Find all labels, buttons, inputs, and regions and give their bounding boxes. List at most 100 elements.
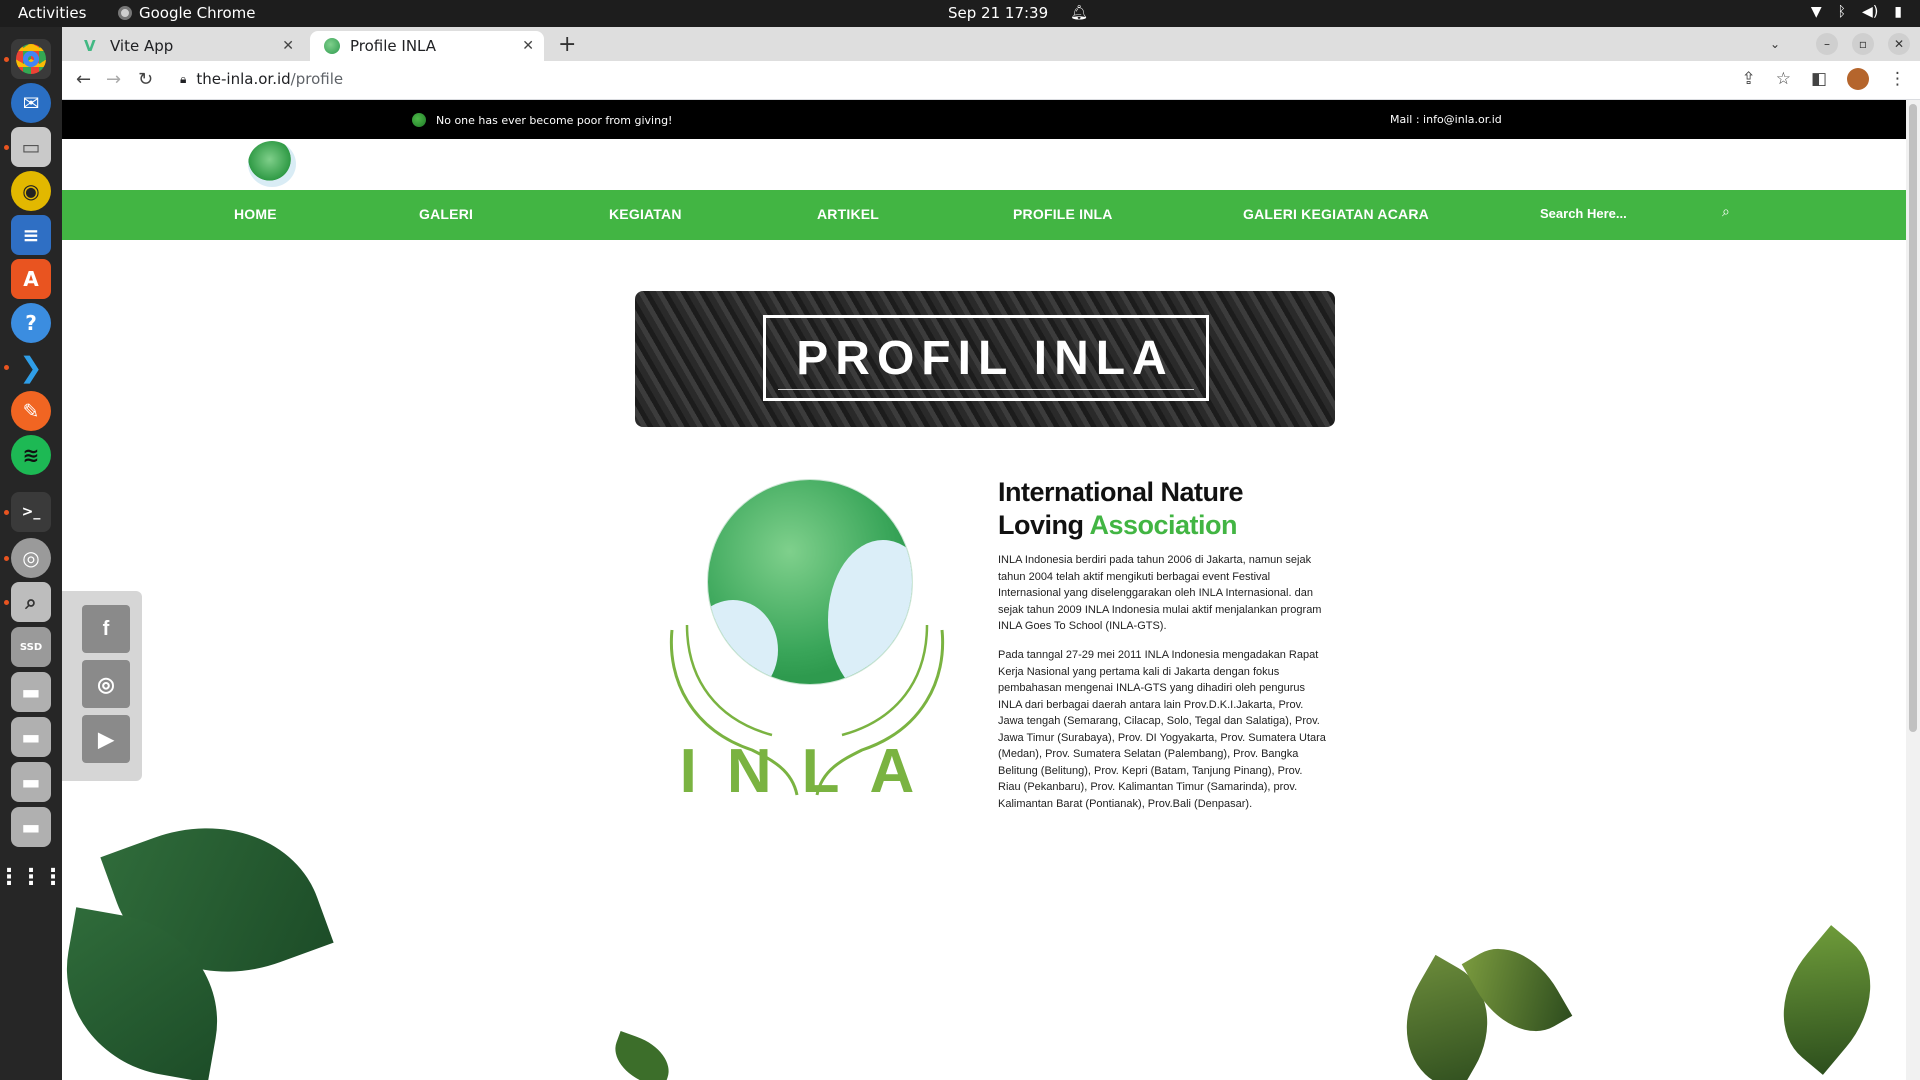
maximize-button[interactable]: ▫ <box>1852 33 1874 55</box>
toolbar-actions: ⇪ ☆ ◧ ⋮ <box>1741 68 1906 90</box>
facebook-button[interactable]: f <box>82 605 130 653</box>
vscode-icon[interactable]: ❯ <box>11 347 51 387</box>
nav-artikel[interactable]: ARTIKEL <box>817 206 879 222</box>
tab-search-icon[interactable]: ⌄ <box>1764 33 1786 55</box>
nav-kegiatan[interactable]: KEGIATAN <box>609 206 682 222</box>
disk-icon[interactable]: ◎ <box>11 538 51 578</box>
drive-icon[interactable]: ▬ <box>11 762 51 802</box>
url-path: /profile <box>290 70 344 88</box>
files-icon[interactable]: ▭ <box>11 127 51 167</box>
running-indicator <box>4 510 9 515</box>
inla-favicon-icon <box>324 38 340 54</box>
clock-text: Sep 21 17:39 <box>948 4 1049 22</box>
page-banner: PROFIL INLA <box>635 291 1335 427</box>
page-viewport: No one has ever become poor from giving!… <box>62 100 1920 1080</box>
help-icon[interactable]: ? <box>11 303 51 343</box>
drive-icon[interactable]: ▬ <box>11 807 51 847</box>
screenshot-icon[interactable]: ⌕ <box>11 582 51 622</box>
profile-avatar[interactable] <box>1847 68 1869 90</box>
search-icon[interactable]: ⌕ <box>1722 204 1730 220</box>
search-input[interactable]: Search Here... <box>1540 206 1627 221</box>
terminal-icon[interactable]: >_ <box>11 492 51 532</box>
new-tab-button[interactable]: + <box>558 32 576 57</box>
spotify-icon[interactable]: ≋ <box>11 435 51 475</box>
logo-wordmark: INLA <box>679 737 945 806</box>
lock-icon: 🔒︎ <box>180 71 187 86</box>
url-host: the-inla.or.id <box>196 70 291 88</box>
running-indicator <box>4 365 9 370</box>
ssd-icon[interactable]: SSD <box>11 627 51 667</box>
tab-vite-app[interactable]: V Vite App ✕ <box>70 31 304 61</box>
clock[interactable]: Sep 21 17:39 🔔︎ <box>948 4 1088 22</box>
bookmark-star-icon[interactable]: ☆ <box>1776 69 1791 89</box>
chrome-dock-icon[interactable] <box>11 39 51 79</box>
heading-line-1: International Nature <box>998 477 1244 507</box>
tagline-text: No one has ever become poor from giving! <box>436 113 673 127</box>
nav-galeri-kegiatan-acara[interactable]: GALERI KEGIATAN ACARA <box>1243 206 1429 222</box>
site-logo[interactable] <box>248 141 296 187</box>
running-indicator <box>4 556 9 561</box>
banner-title: PROFIL INLA <box>796 332 1174 385</box>
address-bar[interactable]: 🔒︎ the-inla.or.id/profile <box>180 70 343 88</box>
postman-icon[interactable]: ✎ <box>11 391 51 431</box>
plant-decoration <box>1753 925 1901 1075</box>
tab-profile-inla[interactable]: Profile INLA ✕ <box>310 31 544 61</box>
browser-toolbar: ← → ↻ 🔒︎ the-inla.or.id/profile ⇪ ☆ ◧ ⋮ <box>62 61 1920 100</box>
vite-favicon-icon: V <box>84 37 96 55</box>
instagram-button[interactable]: ◎ <box>82 660 130 708</box>
thunderbird-icon[interactable]: ✉ <box>11 83 51 123</box>
youtube-button[interactable]: ▶ <box>82 715 130 763</box>
writer-icon[interactable]: ≡ <box>11 215 51 255</box>
close-window-button[interactable]: ✕ <box>1888 33 1910 55</box>
about-paragraph: Pada tanngal 27-29 mei 2011 INLA Indones… <box>998 649 1326 810</box>
chrome-icon <box>118 6 132 20</box>
globe-icon <box>412 113 426 127</box>
about-paragraph: INLA Indonesia berdiri pada tahun 2006 d… <box>998 554 1322 632</box>
heading-line-2b: Association <box>1089 510 1238 540</box>
page-scrollbar[interactable] <box>1906 100 1920 1080</box>
app-grid-icon[interactable]: ⋮⋮⋮ <box>0 857 64 897</box>
back-icon[interactable]: ← <box>76 69 91 90</box>
app-menu[interactable]: Google Chrome <box>118 4 256 22</box>
system-top-bar: Activities Google Chrome Sep 21 17:39 🔔︎… <box>0 0 1920 27</box>
site-top-strip: No one has ever become poor from giving!… <box>62 100 1906 139</box>
minimize-button[interactable]: – <box>1816 33 1838 55</box>
rhythmbox-icon[interactable]: ◉ <box>11 171 51 211</box>
side-panel-icon[interactable]: ◧ <box>1811 69 1827 89</box>
bluetooth-icon: ᛒ <box>1837 4 1847 20</box>
reload-icon[interactable]: ↻ <box>138 69 153 90</box>
tagline: No one has ever become poor from giving! <box>412 113 672 127</box>
app-center-icon[interactable]: A <box>11 259 51 299</box>
tab-title: Profile INLA <box>350 37 437 55</box>
facebook-icon: f <box>102 617 110 640</box>
nav-galeri[interactable]: GALERI <box>419 206 473 222</box>
notification-bell-icon: 🔔︎ <box>1070 5 1088 21</box>
tab-strip: V Vite App ✕ Profile INLA ✕ + ⌄ – ▫ ✕ <box>62 27 1920 61</box>
youtube-icon: ▶ <box>98 728 114 751</box>
running-indicator <box>4 600 9 605</box>
nav-home[interactable]: HOME <box>234 206 277 222</box>
window-controls: ⌄ – ▫ ✕ <box>1764 33 1910 55</box>
tab-title: Vite App <box>110 37 174 55</box>
drive-icon[interactable]: ▬ <box>11 672 51 712</box>
close-tab-icon[interactable]: ✕ <box>522 38 534 54</box>
site-header <box>62 139 1906 190</box>
drive-icon[interactable]: ▬ <box>11 717 51 757</box>
system-tray[interactable]: ▼ ᛒ ◀︎) ▮ <box>1811 4 1902 20</box>
social-share-panel: f ◎ ▶ <box>62 591 142 781</box>
share-icon[interactable]: ⇪ <box>1741 69 1755 89</box>
nav-profile-inla[interactable]: PROFILE INLA <box>1013 206 1113 222</box>
activities-button[interactable]: Activities <box>18 4 86 22</box>
menu-kebab-icon[interactable]: ⋮ <box>1889 69 1906 89</box>
battery-icon: ▮ <box>1894 4 1902 20</box>
dock: ✉ ▭ ◉ ≡ A ? ❯ ✎ ≋ >_ ◎ ⌕ SSD ▬ ▬ ▬ ▬ ⋮⋮⋮ <box>0 27 64 1080</box>
plant-decoration <box>606 1030 678 1080</box>
main-navigation: HOME GALERI KEGIATAN ARTIKEL PROFILE INL… <box>62 190 1906 240</box>
scrollbar-thumb[interactable] <box>1909 104 1917 732</box>
forward-icon[interactable]: → <box>106 69 121 90</box>
contact-mail[interactable]: Mail : info@inla.or.id <box>1390 113 1502 126</box>
running-indicator <box>4 57 9 62</box>
volume-icon: ◀︎) <box>1862 4 1879 20</box>
close-tab-icon[interactable]: ✕ <box>282 38 294 54</box>
running-indicator <box>4 145 9 150</box>
